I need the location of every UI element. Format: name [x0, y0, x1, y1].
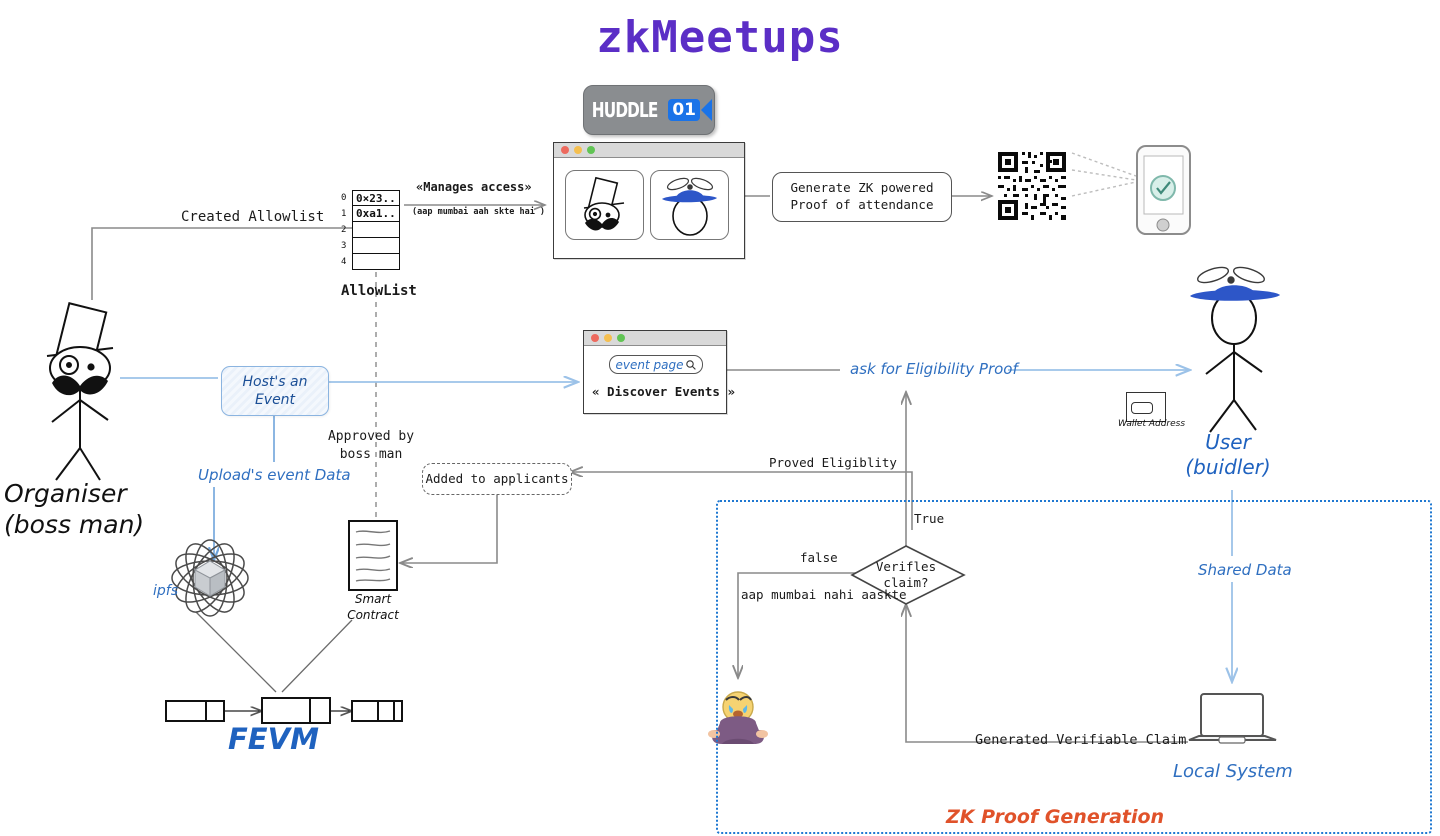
maximize-dot-icon[interactable] — [617, 334, 625, 342]
meeting-grid — [554, 158, 744, 258]
allowlist-table: 0 1 2 3 4 0×23.. 0xa1.. — [341, 190, 400, 270]
search-icon — [686, 359, 697, 370]
allowlist-row[interactable] — [352, 238, 400, 254]
allowlist-row[interactable]: 0xa1.. — [352, 206, 400, 222]
user-label: User (buidler) — [1185, 430, 1271, 479]
hosts-an-event-node[interactable]: Host's an Event — [221, 366, 329, 416]
user-cap-brim — [1190, 289, 1280, 301]
smart-contract-doc — [348, 520, 398, 591]
edge-label-created-allowlist: Created Allowlist — [181, 209, 325, 225]
allowlist-index: 3 — [341, 241, 347, 251]
close-dot-icon[interactable] — [591, 334, 599, 342]
huddle-number: 01 — [668, 99, 700, 121]
huddle-logo-badge: HUDDLE 01 — [583, 85, 715, 135]
added-to-applicants-label: Added to applicants — [425, 470, 569, 486]
added-to-applicants-node[interactable]: Added to applicants — [422, 463, 572, 495]
maximize-dot-icon[interactable] — [587, 146, 595, 154]
minimize-dot-icon[interactable] — [604, 334, 612, 342]
allowlist-index: 4 — [341, 257, 347, 267]
window-titlebar — [584, 331, 726, 346]
organiser-avatar-icon — [583, 176, 625, 231]
wallet-slot-icon — [1131, 402, 1153, 414]
zk-proof-generation-region — [716, 500, 1432, 834]
allowlist-label: AllowList — [341, 283, 417, 299]
participant-tile-user[interactable] — [650, 170, 729, 240]
edge-note-manages-access: (aap mumbai aah skte hai ) — [412, 207, 546, 217]
diagram-canvas: zkMeetups HUDDLE 01 0 1 2 3 4 0×23.. 0xa… — [0, 0, 1440, 836]
zk-proof-generation-label: ZK Proof Generation — [946, 806, 1165, 828]
allowlist-row[interactable] — [352, 254, 400, 270]
participant-tile-organiser[interactable] — [565, 170, 644, 240]
user-figure — [1205, 291, 1263, 433]
qr-code — [998, 152, 1066, 220]
user-avatar-icon — [662, 177, 717, 236]
organiser-label: Organiser (boss man) — [4, 479, 145, 540]
edge-label-manages-access: «Manages access» — [416, 180, 532, 194]
search-input[interactable]: event page — [609, 355, 703, 374]
generate-zk-proof-label: Generate ZK powered Proof of attendance — [790, 180, 934, 212]
wallet-address-icon — [1126, 392, 1166, 422]
discover-events-link[interactable]: « Discover Events » — [592, 384, 735, 401]
edge-label-approved-by: Approved by boss man — [327, 429, 415, 462]
organiser-figure — [46, 302, 114, 481]
edge-label-proved-eligibility: Proved Eligiblity — [769, 455, 897, 470]
allowlist-row[interactable]: 0×23.. — [352, 190, 400, 206]
wallet-address-label: Wallet Address — [1118, 419, 1186, 429]
generate-zk-proof-node[interactable]: Generate ZK powered Proof of attendance — [772, 172, 952, 222]
huddle-meeting-window[interactable] — [553, 142, 745, 259]
edge-label-upload-event-data: Upload's event Data — [198, 466, 351, 484]
video-camera-icon — [700, 99, 712, 121]
allowlist-row[interactable] — [352, 222, 400, 238]
event-page-window[interactable]: event page « Discover Events » — [583, 330, 735, 414]
ipfs-label: ipfs — [153, 583, 178, 599]
phone-icon — [1136, 145, 1191, 235]
allowlist-index: 2 — [341, 225, 347, 235]
search-input-value: event page — [615, 357, 684, 372]
event-page-body: event page « Discover Events » — [584, 346, 735, 413]
allowlist-index: 0 — [341, 193, 347, 203]
smart-contract-label: Smart Contract — [347, 592, 399, 623]
huddle-wordmark: HUDDLE — [591, 98, 659, 122]
ipfs-logo — [171, 539, 249, 617]
user-propeller — [1196, 266, 1266, 284]
window-titlebar — [554, 143, 744, 158]
hosts-an-event-label: Host's an Event — [242, 373, 308, 408]
fevm-chain — [165, 697, 403, 724]
minimize-dot-icon[interactable] — [574, 146, 582, 154]
edge-label-ask-eligibility: ask for Eligibility Proof — [850, 360, 1018, 378]
close-dot-icon[interactable] — [561, 146, 569, 154]
allowlist-index: 1 — [341, 209, 347, 219]
fevm-label: FEVM — [228, 722, 319, 756]
